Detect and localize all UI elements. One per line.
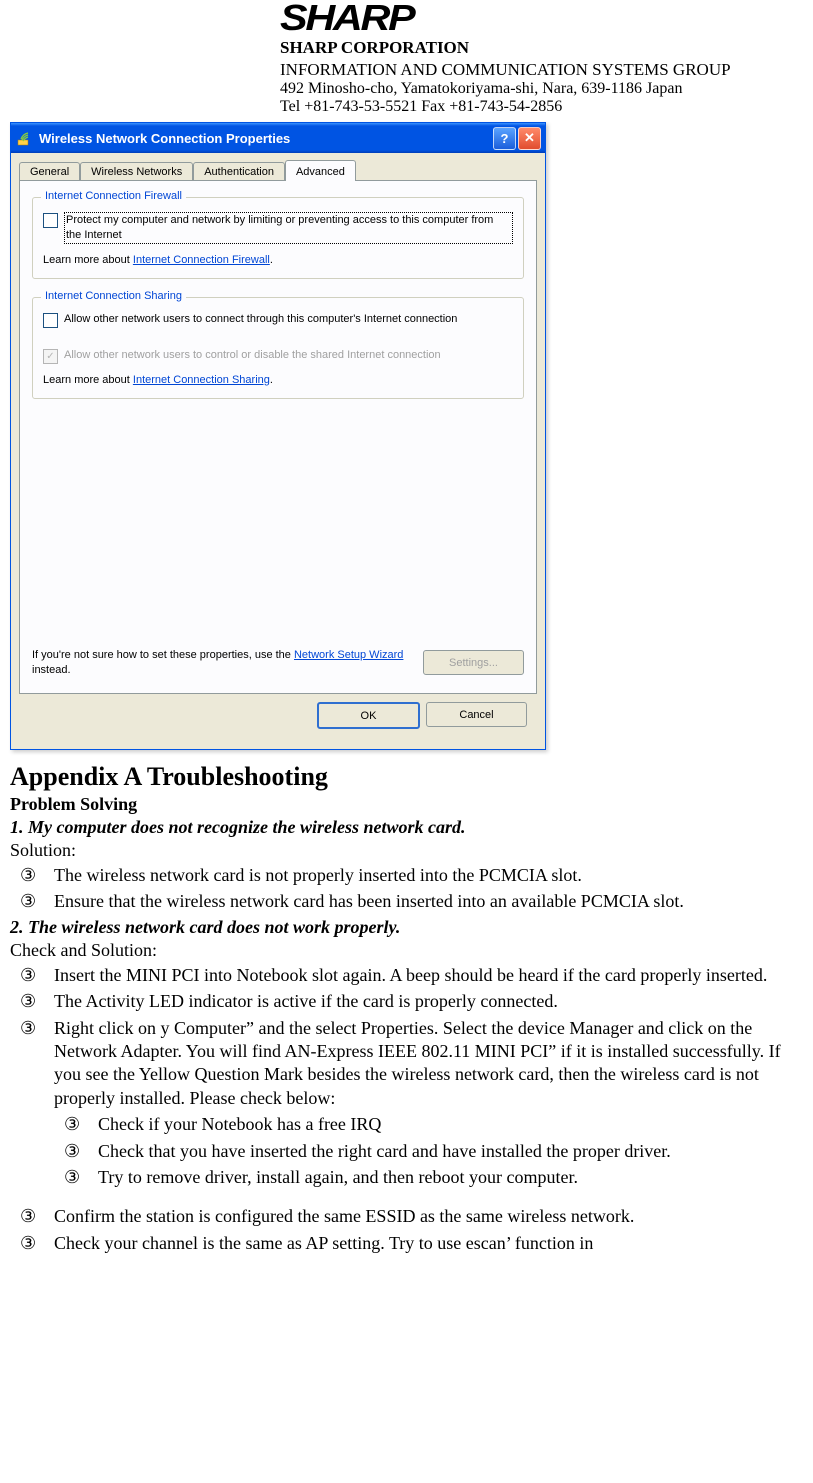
wizard-row: If you're not sure how to set these prop… <box>32 648 524 677</box>
problem-2-list: Insert the MINI PCI into Notebook slot a… <box>10 964 803 1110</box>
checkbox-allow-control: ✓ <box>43 349 58 364</box>
problem-1-list: The wireless network card is not properl… <box>10 864 803 914</box>
groupbox-sharing: Internet Connection Sharing Allow other … <box>32 297 524 399</box>
dialog-buttons: OK Cancel <box>19 694 537 739</box>
list-item: Try to remove driver, install again, and… <box>54 1166 803 1189</box>
tab-advanced[interactable]: Advanced <box>285 160 356 181</box>
tab-general[interactable]: General <box>19 162 80 181</box>
titlebar[interactable]: Wireless Network Connection Properties ?… <box>11 123 545 153</box>
problem-2-title: 2. The wireless network card does not wo… <box>10 917 803 938</box>
properties-dialog: Wireless Network Connection Properties ?… <box>10 122 546 750</box>
corporation-name: SHARP CORPORATION <box>280 38 803 58</box>
list-item: Right click on y Computer” and the selec… <box>10 1017 803 1111</box>
checkbox-allow-connect[interactable] <box>43 313 58 328</box>
ok-button[interactable]: OK <box>317 702 420 729</box>
list-item: Check that you have inserted the right c… <box>54 1140 803 1163</box>
checkbox-protect-label[interactable]: Protect my computer and network by limit… <box>64 212 513 244</box>
groupbox-sharing-title: Internet Connection Sharing <box>41 290 186 302</box>
checkbox-allow-control-label: Allow other network users to control or … <box>64 348 441 363</box>
list-item: Check your channel is the same as AP set… <box>10 1232 803 1255</box>
groupbox-firewall-title: Internet Connection Firewall <box>41 190 186 202</box>
tel-fax-line: Tel +81-743-53-5521 Fax +81-743-54-2856 <box>280 98 803 116</box>
list-item: Ensure that the wireless network card ha… <box>10 890 803 913</box>
problem-2-sublist: Check if your Notebook has a free IRQ Ch… <box>54 1113 803 1189</box>
list-item: Check if your Notebook has a free IRQ <box>54 1113 803 1136</box>
group-name: INFORMATION AND COMMUNICATION SYSTEMS GR… <box>280 60 803 80</box>
address-line: 492 Minosho-cho, Yamatokoriyama-shi, Nar… <box>280 80 803 98</box>
link-network-setup-wizard[interactable]: Network Setup Wizard <box>294 649 403 661</box>
solution-label: Solution: <box>10 840 803 861</box>
list-item: The wireless network card is not properl… <box>10 864 803 887</box>
appendix-heading: Appendix A Troubleshooting <box>10 762 803 792</box>
problem-solving-heading: Problem Solving <box>10 794 803 815</box>
close-button[interactable]: ✕ <box>518 127 541 150</box>
tab-wireless-networks[interactable]: Wireless Networks <box>80 162 193 181</box>
learn-firewall: Learn more about Internet Connection Fir… <box>43 254 513 266</box>
groupbox-firewall: Internet Connection Firewall Protect my … <box>32 197 524 279</box>
settings-button: Settings... <box>423 650 524 675</box>
learn-sharing: Learn more about Internet Connection Sha… <box>43 374 513 386</box>
sharp-logo: SHARP <box>280 0 813 36</box>
list-item: Insert the MINI PCI into Notebook slot a… <box>10 964 803 987</box>
help-button[interactable]: ? <box>493 127 516 150</box>
problem-1-title: 1. My computer does not recognize the wi… <box>10 817 803 838</box>
letterhead: SHARP SHARP CORPORATION INFORMATION AND … <box>280 0 803 116</box>
link-sharing[interactable]: Internet Connection Sharing <box>133 374 270 386</box>
list-item: Confirm the station is configured the sa… <box>10 1205 803 1228</box>
tab-authentication[interactable]: Authentication <box>193 162 285 181</box>
problem-2-list-cont: Confirm the station is configured the sa… <box>10 1205 803 1255</box>
window-title: Wireless Network Connection Properties <box>39 131 290 146</box>
checkbox-protect-computer[interactable] <box>43 213 58 228</box>
tab-panel-advanced: Internet Connection Firewall Protect my … <box>19 180 537 694</box>
check-solution-label: Check and Solution: <box>10 940 803 961</box>
list-item: The Activity LED indicator is active if … <box>10 990 803 1013</box>
wireless-icon <box>17 130 33 146</box>
tab-strip: General Wireless Networks Authentication… <box>19 159 537 180</box>
cancel-button[interactable]: Cancel <box>426 702 527 727</box>
link-firewall[interactable]: Internet Connection Firewall <box>133 254 270 266</box>
checkbox-allow-connect-label[interactable]: Allow other network users to connect thr… <box>64 312 457 327</box>
